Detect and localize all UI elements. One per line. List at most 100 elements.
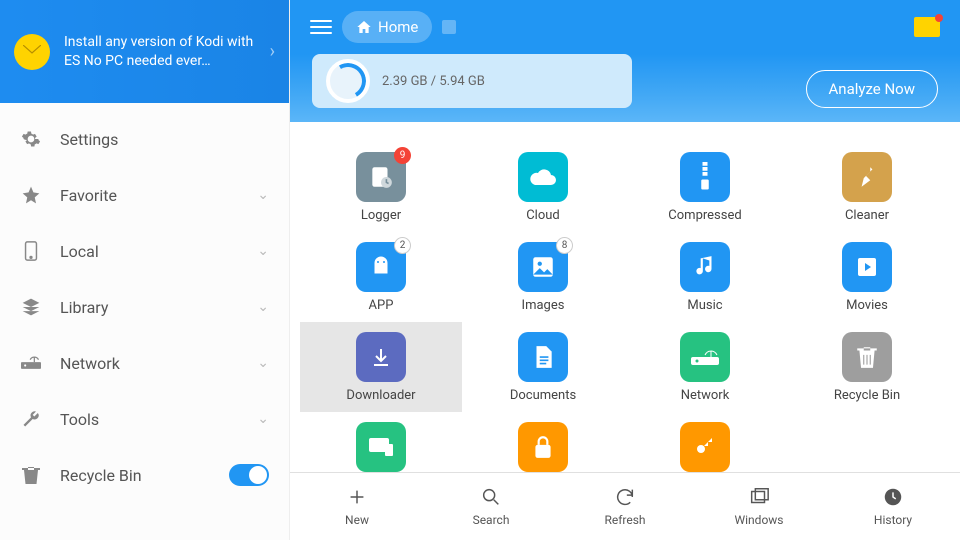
sidebar-item-label: Tools xyxy=(60,410,239,429)
bottom-new[interactable]: New xyxy=(290,473,424,540)
chevron-down-icon: ⌄ xyxy=(257,411,269,427)
tab-placeholder[interactable] xyxy=(442,20,456,34)
tile-images[interactable]: 8 Images xyxy=(462,232,624,322)
tile-downloader[interactable]: Downloader xyxy=(300,322,462,412)
storage-text: 2.39 GB / 5.94 GB xyxy=(382,74,485,89)
storage-card[interactable]: 2.39 GB / 5.94 GB xyxy=(312,54,632,108)
storage-gauge-icon xyxy=(326,59,370,103)
bottom-label: New xyxy=(345,513,369,527)
tile-label: Recycle Bin xyxy=(834,388,900,403)
sidebar-item-label: Network xyxy=(60,354,239,373)
bottom-history[interactable]: History xyxy=(826,473,960,540)
notifications-icon[interactable] xyxy=(914,17,940,37)
bottom-label: History xyxy=(874,513,912,527)
tile-label: Compressed xyxy=(668,208,741,223)
phone-icon xyxy=(20,241,42,261)
topbar: Home xyxy=(290,0,960,54)
sidebar-item-favorite[interactable]: Favorite ⌄ xyxy=(0,167,289,223)
bottom-label: Refresh xyxy=(604,513,645,527)
router-icon xyxy=(20,355,42,371)
sidebar-item-settings[interactable]: Settings xyxy=(0,111,289,167)
sidebar-item-local[interactable]: Local ⌄ xyxy=(0,223,289,279)
sidebar-item-tools[interactable]: Tools ⌄ xyxy=(0,391,289,447)
document-icon xyxy=(518,332,568,382)
category-grid: 9 Logger Cloud Compressed Cleaner xyxy=(290,122,960,472)
tile-cleaner[interactable]: Cleaner xyxy=(786,142,948,232)
chevron-down-icon: ⌄ xyxy=(257,187,269,203)
zip-icon xyxy=(680,152,730,202)
key-icon xyxy=(680,422,730,472)
trash-icon xyxy=(20,465,42,485)
tile-locker[interactable]: Locker xyxy=(462,412,624,472)
sidebar-item-library[interactable]: Library ⌄ xyxy=(0,279,289,335)
router-icon xyxy=(680,332,730,382)
chevron-right-icon: › xyxy=(270,41,275,62)
tile-label: Cleaner xyxy=(845,208,889,223)
tile-cloud[interactable]: Cloud xyxy=(462,142,624,232)
tile-network[interactable]: Network xyxy=(624,322,786,412)
analyze-button[interactable]: Analyze Now xyxy=(806,70,939,108)
search-icon xyxy=(480,486,502,508)
sidebar-item-label: Local xyxy=(60,242,239,261)
plus-icon xyxy=(346,486,368,508)
tile-logger[interactable]: 9 Logger xyxy=(300,142,462,232)
sidebar: Install any version of Kodi with ES No P… xyxy=(0,0,290,540)
storage-panel: 2.39 GB / 5.94 GB Analyze Now xyxy=(290,54,960,122)
chevron-down-icon: ⌄ xyxy=(257,299,269,315)
tile-label: APP xyxy=(369,298,394,313)
tile-label: Music xyxy=(687,298,722,313)
tile-app[interactable]: 2 APP xyxy=(300,232,462,322)
gear-icon xyxy=(20,129,42,149)
tile-movies[interactable]: Movies xyxy=(786,232,948,322)
tab-label: Home xyxy=(378,18,418,36)
clock-icon xyxy=(882,486,904,508)
badge: 9 xyxy=(394,147,411,164)
pc-icon xyxy=(356,422,406,472)
bottombar: New Search Refresh Windows History xyxy=(290,472,960,540)
windows-icon xyxy=(748,486,770,508)
cloud-icon xyxy=(518,152,568,202)
bottom-search[interactable]: Search xyxy=(424,473,558,540)
home-icon xyxy=(356,19,372,35)
download-icon xyxy=(356,332,406,382)
sidebar-item-label: Library xyxy=(60,298,239,317)
promo-text: Install any version of Kodi with ES No P… xyxy=(64,33,256,69)
tab-home[interactable]: Home xyxy=(342,11,432,43)
tile-label: Movies xyxy=(846,298,888,313)
tile-label: Downloader xyxy=(346,388,415,403)
layers-icon xyxy=(20,297,42,317)
sidebar-item-label: Recycle Bin xyxy=(60,466,211,485)
sidebar-nav: Settings Favorite ⌄ Local ⌄ Library ⌄ Ne… xyxy=(0,103,289,540)
tile-compressed[interactable]: Compressed xyxy=(624,142,786,232)
star-icon xyxy=(20,185,42,205)
music-icon xyxy=(680,242,730,292)
tile-label: Documents xyxy=(510,388,576,403)
badge: 8 xyxy=(556,237,573,254)
tile-view-on-pc[interactable]: View on PC xyxy=(300,412,462,472)
tile-encrypted[interactable]: Encrypted xyxy=(624,412,786,472)
analyze-label: Analyze Now xyxy=(829,80,916,98)
hamburger-icon[interactable] xyxy=(310,20,332,34)
bottom-windows[interactable]: Windows xyxy=(692,473,826,540)
image-icon: 8 xyxy=(518,242,568,292)
android-icon: 2 xyxy=(356,242,406,292)
tile-label: Network xyxy=(681,388,730,403)
bottom-refresh[interactable]: Refresh xyxy=(558,473,692,540)
sidebar-item-recycle[interactable]: Recycle Bin xyxy=(0,447,289,503)
tile-music[interactable]: Music xyxy=(624,232,786,322)
tile-documents[interactable]: Documents xyxy=(462,322,624,412)
tile-label: Logger xyxy=(361,208,401,223)
bottom-label: Windows xyxy=(734,513,783,527)
sidebar-item-network[interactable]: Network ⌄ xyxy=(0,335,289,391)
promo-banner[interactable]: Install any version of Kodi with ES No P… xyxy=(0,0,289,103)
logger-icon: 9 xyxy=(356,152,406,202)
trash-icon xyxy=(842,332,892,382)
tile-label: Images xyxy=(522,298,565,313)
recycle-toggle[interactable] xyxy=(229,464,269,486)
chevron-down-icon: ⌄ xyxy=(257,243,269,259)
chevron-down-icon: ⌄ xyxy=(257,355,269,371)
main: Home 2.39 GB / 5.94 GB Analyze Now 9 xyxy=(290,0,960,540)
tile-recycle[interactable]: Recycle Bin xyxy=(786,322,948,412)
mail-icon xyxy=(14,34,50,70)
broom-icon xyxy=(842,152,892,202)
